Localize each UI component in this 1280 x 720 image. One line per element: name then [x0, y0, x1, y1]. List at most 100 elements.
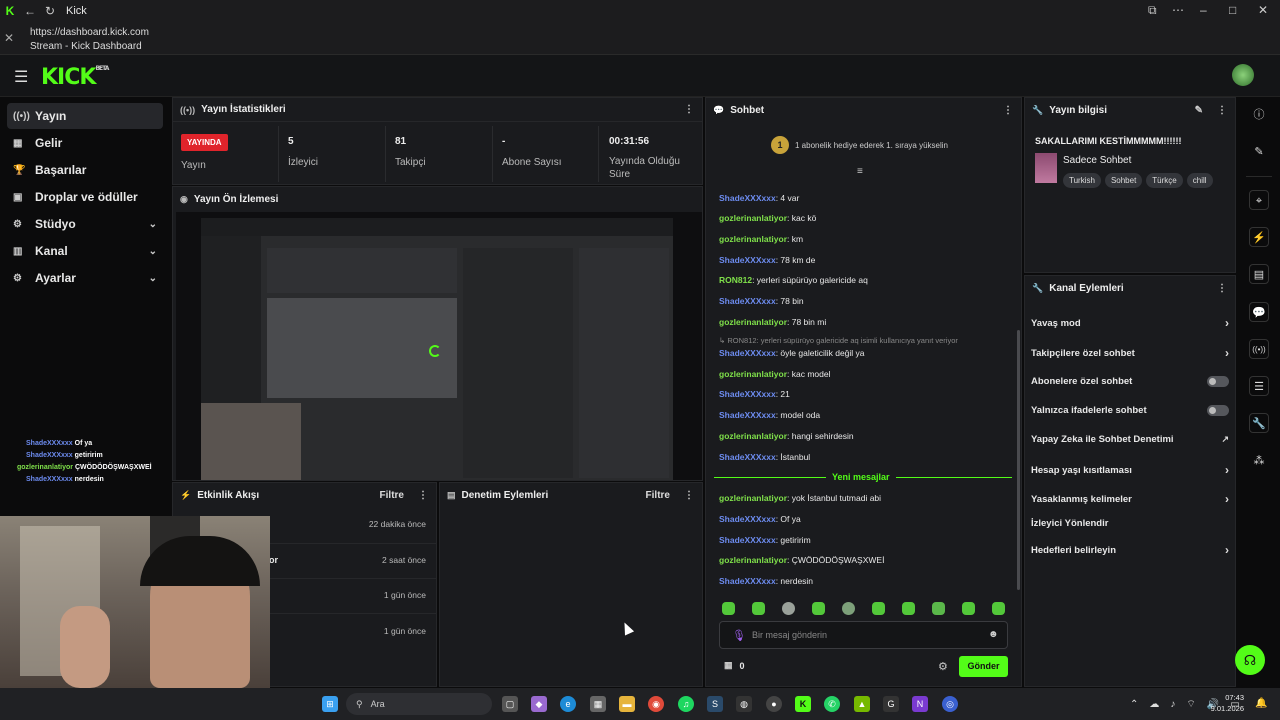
action-followers-only[interactable]: Takipçilere özel sohbet › [1031, 346, 1229, 360]
chat-message[interactable]: gozlerinanlatiyor: hangi sehirdesin [719, 431, 854, 441]
lightning-icon[interactable]: ⚡ [1249, 227, 1269, 247]
kick-logo[interactable]: KICKBETA [41, 65, 109, 90]
stream-preview[interactable] [176, 212, 702, 480]
app-icon[interactable]: N [912, 696, 928, 712]
send-button[interactable]: Gönder [959, 656, 1008, 677]
sidebar-item-studyo[interactable]: ⚙ Stüdyo ⌄ [7, 211, 163, 237]
more-options-icon[interactable]: ⋮ [1217, 283, 1227, 294]
microphone-icon[interactable]: 🎙 [732, 629, 746, 642]
emote-icon[interactable] [752, 602, 765, 615]
moderation-filter-button[interactable]: Filtre [646, 490, 670, 501]
more-options-icon[interactable]: ⋮ [418, 490, 428, 501]
more-options-icon[interactable]: ⋮ [684, 104, 694, 115]
emote-icon[interactable] [872, 602, 885, 615]
points-display[interactable]: ▦ 0 [724, 660, 745, 671]
minimize-icon[interactable]: – [1200, 3, 1207, 17]
edit-icon[interactable]: ✎ [1195, 105, 1203, 116]
url-text[interactable]: https://dashboard.kick.com [30, 27, 149, 38]
obs-icon[interactable]: ◍ [736, 696, 752, 712]
wrench-icon[interactable]: 🔧 [1249, 413, 1269, 433]
close-icon[interactable]: ✕ [4, 31, 14, 45]
list-icon[interactable]: ☰ [1249, 376, 1269, 396]
sidebar-item-basarilar[interactable]: 🏆 Başarılar [7, 157, 163, 183]
sidebar-item-droplar[interactable]: ▣ Droplar ve ödüller [7, 184, 163, 210]
emotes-only-toggle[interactable] [1207, 405, 1229, 416]
emote-icon[interactable] [812, 602, 825, 615]
chat-message[interactable]: ShadeXXXxxx: model oda [719, 410, 820, 420]
chat-scrollbar[interactable] [1017, 330, 1020, 590]
emote-icon[interactable] [722, 602, 735, 615]
clock[interactable]: 07:43 9.01.2026 [1208, 692, 1244, 714]
windows-start-icon[interactable]: ⊞ [322, 696, 338, 712]
nvidia-icon[interactable]: ▲ [854, 696, 870, 712]
emote-icon[interactable] [992, 602, 1005, 615]
share-icon[interactable]: ⁂ [1249, 451, 1269, 471]
emote-icon[interactable] [842, 602, 855, 615]
more-options-icon[interactable]: ⋮ [684, 490, 694, 501]
chat-message[interactable]: gozlerinanlatiyor: 78 bin mi [719, 317, 826, 327]
sidebar-item-ayarlar[interactable]: ⚙ Ayarlar ⌄ [7, 265, 163, 291]
subscribers-only-toggle[interactable] [1207, 376, 1229, 387]
activity-filter-button[interactable]: Filtre [380, 490, 404, 501]
pinned-gift-banner[interactable]: 1 1 abonelik hediye ederek 1. sıraya yük… [771, 134, 991, 156]
action-slow-mode[interactable]: Yavaş mod › [1031, 316, 1229, 330]
emoji-icon[interactable]: ☻ [988, 629, 999, 640]
chat-message[interactable]: ShadeXXXxxx: Of ya [719, 514, 801, 524]
store-icon[interactable]: ▦ [590, 696, 606, 712]
chat-message[interactable]: RON812: yerleri süpürüyo galericide aq [719, 275, 868, 285]
tag[interactable]: chill [1186, 173, 1213, 188]
app-icon[interactable]: ◆ [531, 696, 547, 712]
sidebar-item-yayin[interactable]: ((•)) Yayın [7, 103, 163, 129]
kick-app-icon[interactable]: K [795, 696, 811, 712]
tag[interactable]: Türkçe [1146, 173, 1183, 188]
action-ai-moderation[interactable]: Yapay Zeka ile Sohbet Denetimi ↗ [1031, 434, 1229, 445]
chat-message[interactable]: ShadeXXXxxx: getiririm [719, 535, 811, 545]
emote-icon[interactable] [782, 602, 795, 615]
sidebar-item-kanal[interactable]: ▥ Kanal ⌄ [7, 238, 163, 264]
chat-message[interactable]: ShadeXXXxxx: İstanbul [719, 452, 810, 462]
chat-message[interactable]: gozlerinanlatiyor: kac kö [719, 213, 816, 223]
action-banned-words[interactable]: Yasaklanmış kelimeler › [1031, 492, 1229, 506]
reload-icon[interactable]: ↻ [40, 4, 60, 18]
pencil-icon[interactable]: ✎ [1249, 142, 1269, 162]
chrome-icon[interactable]: ◉ [648, 696, 664, 712]
more-icon[interactable]: ⋯ [1172, 3, 1184, 17]
taskview-icon[interactable]: ▢ [502, 696, 518, 712]
chat-message[interactable]: ShadeXXXxxx: 78 km de [719, 255, 815, 265]
back-icon[interactable]: ← [20, 4, 40, 18]
edge-icon[interactable]: e [560, 696, 576, 712]
document-icon[interactable]: ▤ [1249, 264, 1269, 284]
maximize-icon[interactable]: □ [1229, 3, 1236, 17]
more-options-icon[interactable]: ⋮ [1217, 105, 1227, 116]
broadcast-icon[interactable]: ((•)) [1249, 339, 1269, 359]
emote-icon[interactable] [962, 602, 975, 615]
spotify-icon[interactable]: ♫ [678, 696, 694, 712]
more-options-icon[interactable]: ⋮ [1003, 105, 1013, 116]
avatar[interactable] [1232, 64, 1254, 86]
chat-input[interactable]: 🎙 Bir mesaj gönderin ☻ [719, 621, 1008, 649]
app-icon[interactable]: G [883, 696, 899, 712]
chat-message[interactable]: ShadeXXXxxx: 21 [719, 389, 790, 399]
sidebar-item-gelir[interactable]: ▦ Gelir [7, 130, 163, 156]
target-icon[interactable]: ⌖ [1249, 190, 1269, 210]
tag[interactable]: Turkish [1063, 173, 1101, 188]
chat-settings-icon[interactable]: ⚙ [938, 660, 948, 673]
chat-message[interactable]: ShadeXXXxxx: öyle galeticilik değil ya [719, 348, 865, 358]
whatsapp-icon[interactable]: ✆ [824, 696, 840, 712]
action-host-viewers[interactable]: İzleyici Yönlendir [1031, 518, 1229, 529]
chat-message[interactable]: gozlerinanlatiyor: km [719, 234, 803, 244]
emote-icon[interactable] [902, 602, 915, 615]
support-button[interactable]: ☊ [1235, 645, 1265, 675]
chat-message[interactable]: ShadeXXXxxx: 78 bin [719, 296, 804, 306]
notification-icon[interactable]: 🔔 [1255, 698, 1267, 709]
emote-icon[interactable] [932, 602, 945, 615]
extension-icon[interactable]: ⧉ [1148, 3, 1157, 18]
action-set-goals[interactable]: Hedefleri belirleyin › [1031, 543, 1229, 557]
steam-icon[interactable]: S [707, 696, 723, 712]
chat-message[interactable]: gozlerinanlatiyor: ÇWÖDÖDÖŞWAŞXWEİ [719, 555, 884, 565]
taskbar-search[interactable]: ⚲ Ara [346, 693, 492, 715]
info-icon[interactable]: ⓘ [1249, 105, 1269, 125]
url-bar[interactable]: ✕ https://dashboard.kick.com Stream - Ki… [0, 22, 1280, 55]
app-icon[interactable]: ● [766, 696, 782, 712]
category-name[interactable]: Sadece Sohbet [1063, 155, 1131, 166]
